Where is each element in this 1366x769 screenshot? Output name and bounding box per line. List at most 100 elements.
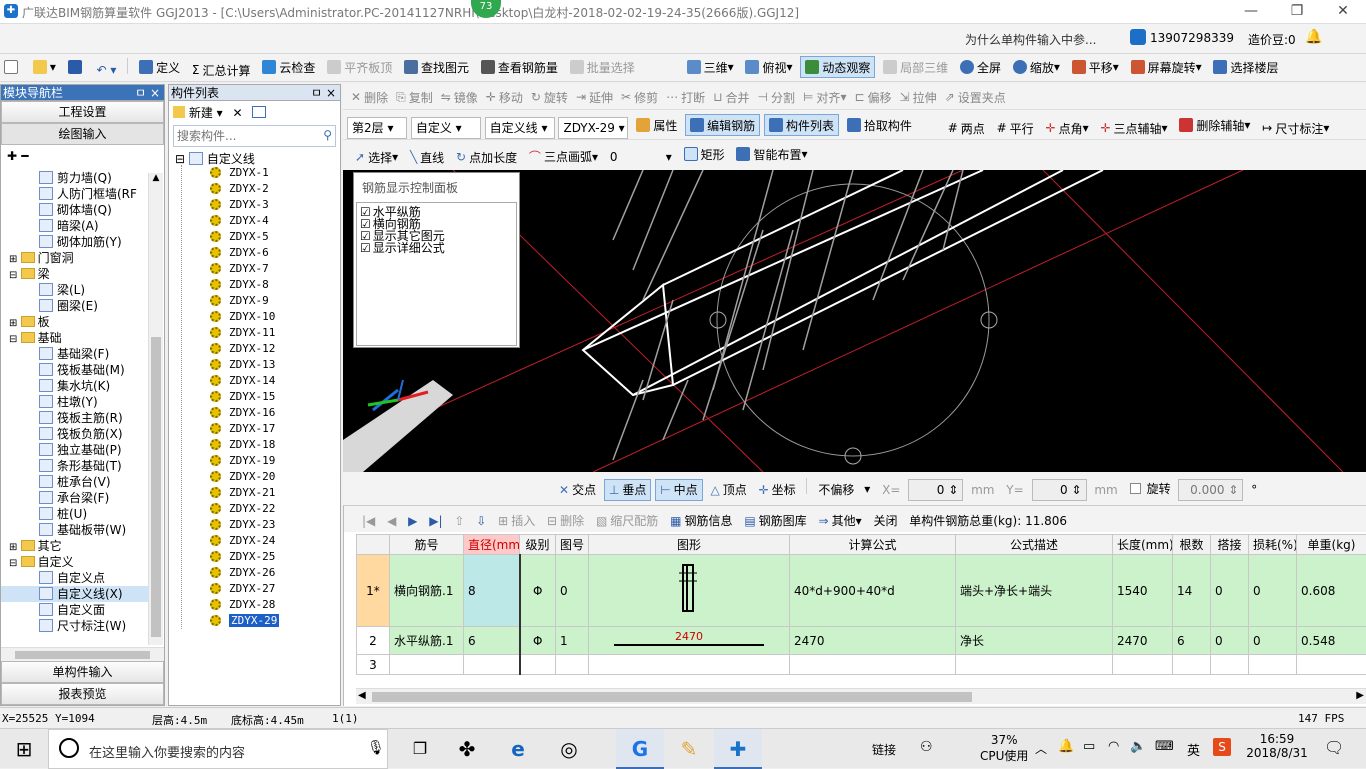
3d-button[interactable]: 三维 ▾ (683, 56, 738, 78)
column-header[interactable]: 筋号 (390, 535, 464, 555)
column-header[interactable]: 根数 (1173, 535, 1211, 555)
point-angle-button[interactable]: ✛点角 ▾ (1042, 117, 1093, 139)
move-up-icon[interactable]: ⇧ (450, 510, 468, 532)
tray-chevron-icon[interactable]: ︿ (1035, 740, 1047, 757)
move-down-icon[interactable]: ⇩ (472, 510, 490, 532)
three-point-axis-button[interactable]: ✛三点辅轴 ▾ (1096, 117, 1171, 139)
view-rebar-button[interactable]: 查看钢筋量 (477, 56, 562, 78)
tree-node[interactable]: 自定义面 (1, 602, 148, 618)
cell-count[interactable]: 14 (1173, 555, 1211, 627)
component-item[interactable]: ZDYX-10 (210, 309, 340, 325)
new-component-button[interactable]: 新建 ▾ (173, 106, 223, 120)
nav-close-icon[interactable]: × (150, 85, 160, 101)
project-settings-button[interactable]: 工程设置 (1, 101, 164, 123)
smart-layout-tool[interactable]: 智能布置 ▾ (732, 143, 811, 165)
search-icon[interactable]: ⚲ (323, 128, 332, 142)
tree-node[interactable]: 梁(L) (1, 282, 148, 298)
notes-app-icon[interactable]: ✎ (665, 729, 713, 769)
column-header[interactable]: 单重(kg) (1297, 535, 1366, 555)
cell-shape[interactable] (589, 555, 790, 627)
stretch-button[interactable]: ⇲拉伸 (896, 86, 941, 108)
battery-icon[interactable]: ▭ (1083, 739, 1095, 754)
delete-component-icon[interactable]: ✕ (233, 106, 243, 120)
tree-node[interactable]: 砌体墙(Q) (1, 202, 148, 218)
component-item[interactable]: ZDYX-21 (210, 485, 340, 501)
component-item[interactable]: ZDYX-1 (210, 165, 340, 181)
cell-formula[interactable]: 40*d+900+40*d (790, 555, 956, 627)
component-select[interactable]: ZDYX-29 ▾ (558, 117, 628, 139)
align-button[interactable]: ⊨对齐▾ (799, 86, 851, 108)
screen-rotate-button[interactable]: 屏幕旋转▾ (1127, 56, 1206, 78)
component-item[interactable]: ZDYX-11 (210, 325, 340, 341)
row-number[interactable]: 2 (357, 627, 390, 655)
close-editor-button[interactable]: 关闭 (869, 509, 901, 531)
volume-icon[interactable]: 🔈 (1130, 739, 1146, 754)
pan-button[interactable]: 平移 ▾ (1068, 56, 1123, 78)
tree-node[interactable]: ⊞ 门窗洞 (1, 250, 148, 266)
table-row[interactable]: 2 水平纵筋.1 6 Φ 1 2470 2470 净长 2470 6 0 0 0… (357, 627, 1366, 655)
break-button[interactable]: ⋯打断 (662, 86, 709, 108)
tree-node[interactable]: 基础梁(F) (1, 346, 148, 362)
single-component-button[interactable]: 单构件输入 (1, 661, 164, 683)
component-item[interactable]: ZDYX-8 (210, 277, 340, 293)
component-item[interactable]: ZDYX-29 (210, 613, 340, 629)
component-item[interactable]: ZDYX-17 (210, 421, 340, 437)
x-input[interactable]: 0 ⇕ (908, 479, 963, 501)
cell-diameter[interactable]: 8 (464, 555, 520, 627)
column-header[interactable]: 长度(mm) (1113, 535, 1173, 555)
cell-grade[interactable]: Φ (520, 555, 556, 627)
rebar-library-button[interactable]: ▤钢筋图库 (740, 510, 810, 532)
component-item[interactable]: ZDYX-26 (210, 565, 340, 581)
restore-button[interactable]: ❐ (1274, 0, 1320, 24)
sogou-icon[interactable]: S (1213, 738, 1231, 756)
cell-loss[interactable]: 0 (1249, 555, 1297, 627)
move-button[interactable]: ✛移动 (482, 86, 527, 108)
component-item[interactable]: ZDYX-9 (210, 293, 340, 309)
collapse-icon[interactable]: ⊟ (9, 334, 21, 345)
help-link[interactable]: 为什么单构件输入中参... (965, 31, 1096, 48)
component-search-input[interactable] (174, 126, 304, 146)
tree-node[interactable]: 自定义线(X) (1, 586, 148, 602)
column-header[interactable]: 级别 (520, 535, 556, 555)
delete-button[interactable]: ✕删除 (347, 86, 392, 108)
prev-record-button[interactable]: ◀ (383, 510, 400, 532)
cell-grade[interactable]: Φ (520, 627, 556, 655)
properties-button[interactable]: 属性 (632, 114, 681, 136)
first-record-button[interactable]: |◀ (358, 510, 379, 532)
table-hscrollbar[interactable]: ◀ ▶ (356, 688, 1366, 704)
pick-component-button[interactable]: 拾取构件 (843, 114, 916, 136)
type-select[interactable]: 自定义 ▾ (411, 117, 481, 139)
cell-lap[interactable]: 0 (1211, 555, 1249, 627)
column-header[interactable] (357, 535, 390, 555)
microphone-icon[interactable]: 🎙 (367, 740, 385, 756)
rebar-info-button[interactable]: ▦钢筋信息 (666, 510, 736, 532)
dimension-button[interactable]: ↦尺寸标注 ▾ (1258, 117, 1333, 139)
tree-node[interactable]: 条形基础(T) (1, 458, 148, 474)
cell-shape[interactable]: 2470 (589, 627, 790, 655)
snap-vertex[interactable]: △顶点 (707, 479, 751, 501)
parallel-axis-button[interactable]: #平行 (993, 117, 1038, 139)
component-item[interactable]: ZDYX-20 (210, 469, 340, 485)
fan-app-icon[interactable]: ✤ (443, 729, 491, 769)
cell-count[interactable]: 6 (1173, 627, 1211, 655)
offset-select[interactable]: 不偏移▾ (814, 478, 874, 500)
arc-value-select[interactable]: 0▾ (606, 146, 676, 168)
row-number[interactable]: 3 (357, 655, 390, 675)
component-item[interactable]: ZDYX-23 (210, 517, 340, 533)
tree-node[interactable]: ⊞ 板 (1, 314, 148, 330)
component-item[interactable]: ZDYX-18 (210, 437, 340, 453)
tree-node[interactable]: 集水坑(K) (1, 378, 148, 394)
report-preview-button[interactable]: 报表预览 (1, 683, 164, 705)
component-item[interactable]: ZDYX-13 (210, 357, 340, 373)
tree-node[interactable]: ⊟ 基础 (1, 330, 148, 346)
task-view-icon[interactable]: ❐ (396, 729, 444, 769)
component-item[interactable]: ZDYX-27 (210, 581, 340, 597)
component-item[interactable]: ZDYX-22 (210, 501, 340, 517)
tree-node[interactable]: 尺寸标注(W) (1, 618, 148, 634)
chat-app-icon[interactable]: ◎ (545, 729, 593, 769)
nav-hscrollbar[interactable] (1, 647, 164, 661)
wifi-icon[interactable]: ◠ (1108, 739, 1119, 754)
tree-node[interactable]: 筏板基础(M) (1, 362, 148, 378)
tree-node[interactable]: 桩(U) (1, 506, 148, 522)
cell-name[interactable]: 水平纵筋.1 (390, 627, 464, 655)
